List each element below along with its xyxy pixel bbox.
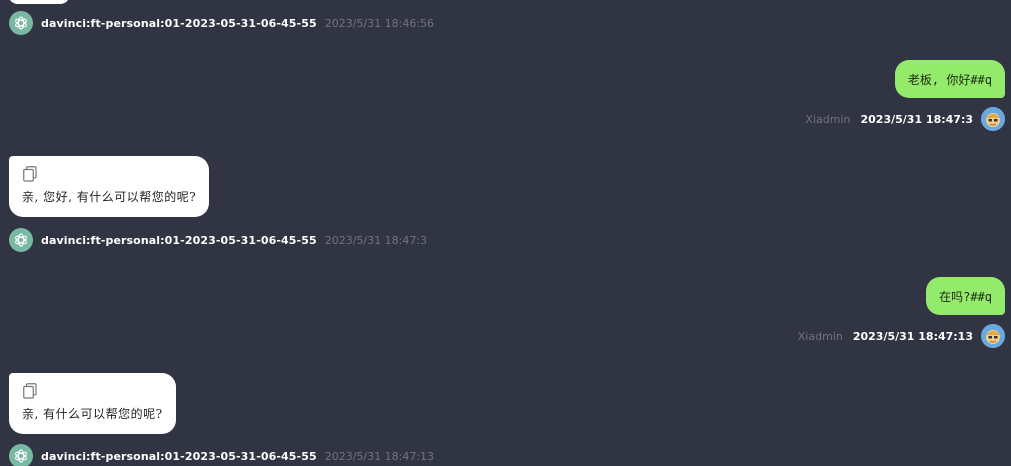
openai-logo-icon [9, 228, 33, 252]
message-timestamp: 2023/5/31 18:47:3 [324, 233, 428, 247]
message-timestamp: 2023/5/31 18:47:3 [860, 112, 973, 126]
bot-message-bubble [8, 0, 70, 4]
bot-message-bubble: 亲, 有什么可以帮您的呢? [9, 373, 176, 434]
message-timestamp: 2023/5/31 18:47:13 [324, 449, 435, 463]
user-avatar [981, 107, 1005, 131]
user-name: Xiadmin [805, 112, 851, 126]
bot-message-meta: davinci:ft-personal:01-2023-05-31-06-45-… [9, 444, 434, 466]
openai-logo-icon [9, 11, 33, 35]
chat-message-list[interactable]: davinci:ft-personal:01-2023-05-31-06-45-… [0, 0, 1011, 466]
message-timestamp: 2023/5/31 18:47:13 [852, 329, 973, 343]
copy-icon[interactable] [23, 383, 37, 399]
bot-name: davinci:ft-personal:01-2023-05-31-06-45-… [41, 16, 317, 30]
bot-message-text: 亲, 您好, 有什么可以帮您的呢? [22, 190, 197, 204]
user-message-meta: Xiadmin 2023/5/31 18:47:3 [805, 107, 1005, 131]
user-message-text: 老板, 你好##q [907, 72, 992, 87]
user-message-bubble: 老板, 你好##q [894, 60, 1005, 98]
user-avatar [981, 324, 1005, 348]
bot-message-text: 亲, 有什么可以帮您的呢? [22, 407, 163, 421]
user-message-bubble: 在吗?##q [926, 277, 1005, 315]
user-name: Xiadmin [797, 329, 843, 343]
bot-message-bubble: 亲, 您好, 有什么可以帮您的呢? [9, 156, 210, 217]
bot-name: davinci:ft-personal:01-2023-05-31-06-45-… [41, 233, 317, 247]
bot-name: davinci:ft-personal:01-2023-05-31-06-45-… [41, 449, 317, 463]
message-timestamp: 2023/5/31 18:46:56 [324, 16, 435, 30]
user-message-meta: Xiadmin 2023/5/31 18:47:13 [798, 324, 1005, 348]
openai-logo-icon [9, 444, 33, 466]
user-message-text: 在吗?##q [939, 289, 992, 304]
bot-message-meta: davinci:ft-personal:01-2023-05-31-06-45-… [9, 11, 434, 35]
copy-icon[interactable] [23, 166, 37, 182]
bot-message-meta: davinci:ft-personal:01-2023-05-31-06-45-… [9, 228, 427, 252]
